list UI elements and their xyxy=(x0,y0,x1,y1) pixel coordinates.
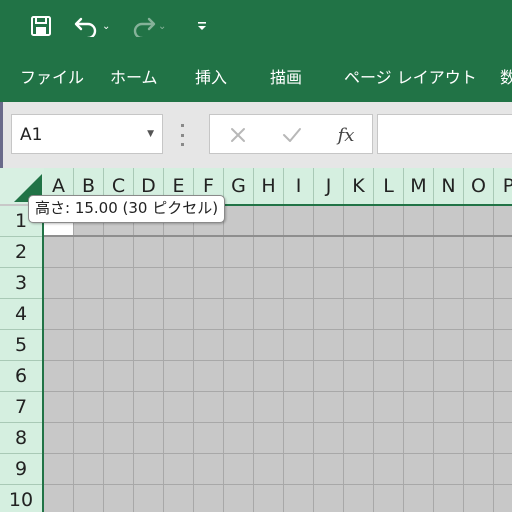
formula-bar-grip-icon[interactable] xyxy=(181,124,185,146)
redo-dropdown-icon[interactable]: ⌄ xyxy=(158,21,166,32)
row-header[interactable]: 7 xyxy=(0,392,42,423)
formula-buttons: fx xyxy=(209,114,373,154)
quick-access-toolbar: ⌄ ⌄ xyxy=(0,0,512,52)
name-box-dropdown-icon[interactable]: ▼ xyxy=(147,129,154,139)
name-box-value: A1 xyxy=(20,125,43,145)
tab-draw[interactable]: 描画 xyxy=(270,64,302,88)
column-header[interactable]: K xyxy=(344,168,374,204)
tab-home[interactable]: ホーム xyxy=(110,64,158,88)
insert-function-button[interactable]: fx xyxy=(334,123,358,147)
column-header[interactable]: P xyxy=(494,168,512,204)
ribbon-tabs: ファイル ホーム 挿入 描画 ページ レイアウト 数 xyxy=(0,52,512,96)
tab-formulas[interactable]: 数 xyxy=(500,64,512,88)
formula-bar: A1 ▼ fx xyxy=(0,102,512,168)
column-header[interactable]: H xyxy=(254,168,284,204)
column-header[interactable]: I xyxy=(284,168,314,204)
customize-qat-button[interactable] xyxy=(196,12,208,40)
row-header[interactable]: 8 xyxy=(0,423,42,454)
column-header[interactable]: N xyxy=(434,168,464,204)
save-button[interactable] xyxy=(30,12,52,40)
formula-input[interactable] xyxy=(377,114,512,154)
fx-label: fx xyxy=(337,124,355,146)
cell-grid[interactable] xyxy=(44,206,512,512)
row-header[interactable]: 5 xyxy=(0,330,42,361)
undo-button[interactable]: ⌄ xyxy=(74,12,110,40)
cancel-icon[interactable] xyxy=(226,123,250,147)
column-header[interactable]: O xyxy=(464,168,494,204)
enter-check-icon[interactable] xyxy=(280,123,304,147)
redo-button[interactable]: ⌄ xyxy=(130,12,166,40)
row-header[interactable]: 3 xyxy=(0,268,42,299)
redo-icon xyxy=(130,15,156,37)
tab-file[interactable]: ファイル xyxy=(20,64,84,88)
row-resize-guide xyxy=(44,235,512,237)
row-header[interactable]: 9 xyxy=(0,454,42,485)
column-header[interactable]: G xyxy=(224,168,254,204)
row-header[interactable]: 2 xyxy=(0,237,42,268)
tab-insert[interactable]: 挿入 xyxy=(195,64,227,88)
row-height-tooltip: 高さ: 15.00 (30 ピクセル) xyxy=(28,195,226,223)
column-header[interactable]: M xyxy=(404,168,434,204)
undo-dropdown-icon[interactable]: ⌄ xyxy=(102,21,110,32)
column-header[interactable]: L xyxy=(374,168,404,204)
undo-icon xyxy=(74,15,100,37)
name-box[interactable]: A1 ▼ xyxy=(11,114,163,154)
row-header[interactable]: 4 xyxy=(0,299,42,330)
column-header[interactable]: J xyxy=(314,168,344,204)
tab-page-layout[interactable]: ページ レイアウト xyxy=(344,64,477,88)
customize-qat-icon xyxy=(196,19,208,33)
save-icon xyxy=(30,15,52,37)
row-header[interactable]: 6 xyxy=(0,361,42,392)
row-header[interactable]: 10 xyxy=(0,485,42,512)
